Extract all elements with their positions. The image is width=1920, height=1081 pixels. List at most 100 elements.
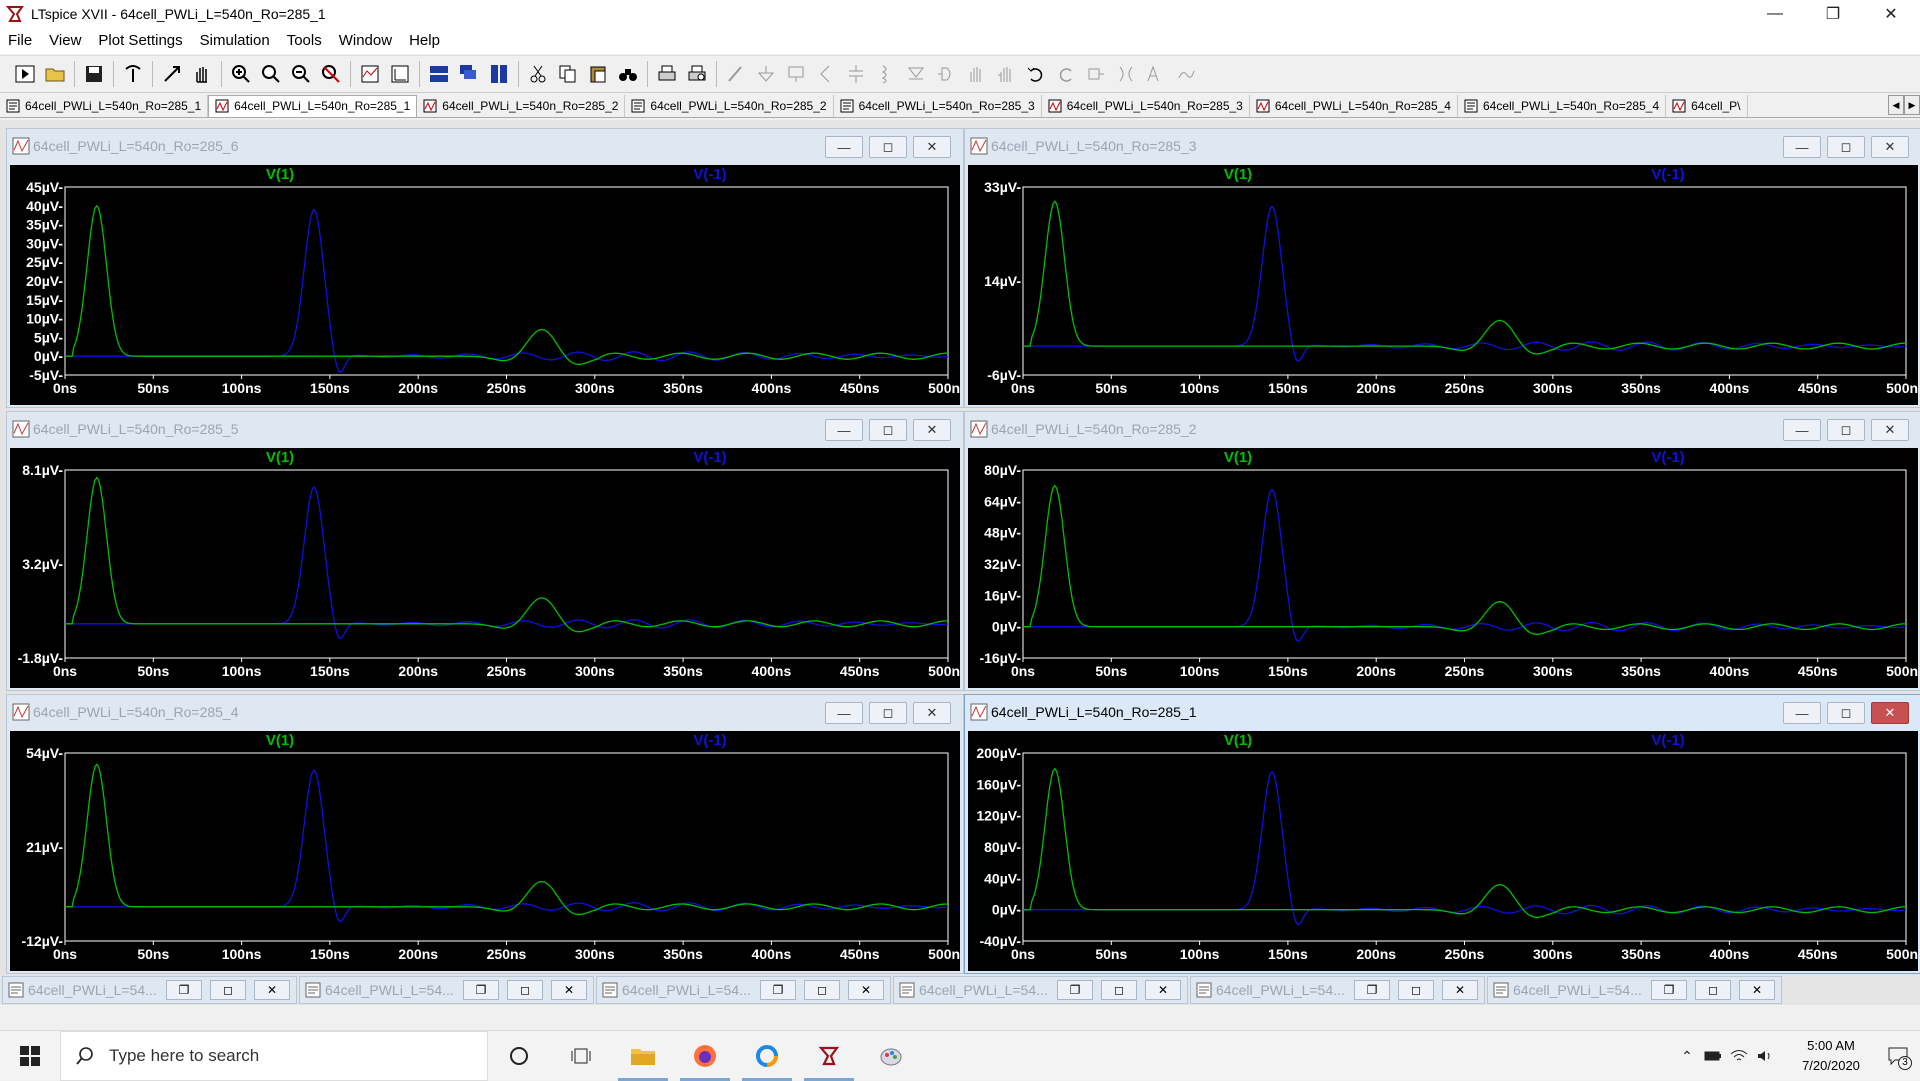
plot-minimize-button[interactable]: — <box>825 136 863 158</box>
wire-icon[interactable] <box>721 59 751 89</box>
autorange-icon[interactable] <box>355 59 385 89</box>
volume-icon[interactable] <box>1752 1031 1778 1081</box>
waveform-plot[interactable]: V(1) V(-1)33µV-14µV--6µV-0ns 50ns 100ns 150n… <box>968 165 1918 405</box>
save-icon[interactable] <box>79 59 109 89</box>
diode-icon[interactable] <box>901 59 931 89</box>
plot-window-titlebar[interactable]: 64cell_PWLi_L=540n_Ro=285_3 <box>965 129 1920 163</box>
close-window-button[interactable]: ✕ <box>551 980 587 1000</box>
plot-close-button[interactable]: ✕ <box>913 702 951 724</box>
close-window-button[interactable]: ✕ <box>1739 980 1775 1000</box>
close-window-button[interactable]: ✕ <box>1145 980 1181 1000</box>
capacitor-icon[interactable] <box>841 59 871 89</box>
menu-plot-settings[interactable]: Plot Settings <box>90 28 191 54</box>
tab-scroll-right-icon[interactable]: ▶ <box>1904 95 1920 115</box>
print-preview-icon[interactable] <box>682 59 712 89</box>
plot-maximize-button[interactable]: ◻ <box>869 136 907 158</box>
plot-close-button[interactable]: ✕ <box>1871 702 1909 724</box>
trace-label-v1[interactable]: V(1) <box>266 166 294 183</box>
plot-minimize-button[interactable]: — <box>1783 419 1821 441</box>
text-icon[interactable] <box>1141 59 1171 89</box>
tile-vertical-icon[interactable] <box>484 59 514 89</box>
maximize-window-button[interactable]: ◻ <box>210 980 246 1000</box>
plot-window[interactable]: 64cell_PWLi_L=540n_Ro=285_5 — ◻ ✕ V(1) V(… <box>6 411 964 691</box>
doc-tab[interactable]: 64cell_PWLi_L=540n_Ro=285_2 <box>625 94 834 117</box>
trace-label-vminus1[interactable]: V(-1) <box>1651 166 1684 183</box>
plot-minimize-button[interactable]: — <box>1783 136 1821 158</box>
waveform-plot[interactable]: V(1) V(-1)54µV-21µV--12µV-0ns 50ns 100ns 150… <box>10 731 960 971</box>
drag-hand-icon[interactable] <box>991 59 1021 89</box>
trace-label-vminus1[interactable]: V(-1) <box>693 449 726 466</box>
cascade-icon[interactable] <box>454 59 484 89</box>
maximize-window-button[interactable]: ◻ <box>1695 980 1731 1000</box>
plot-window-titlebar[interactable]: 64cell_PWLi_L=540n_Ro=285_5 <box>7 412 963 446</box>
doc-tab[interactable]: 64cell_PWLi_L=540n_Ro=285_3 <box>1042 94 1250 117</box>
plot-window-titlebar[interactable]: 64cell_PWLi_L=540n_Ro=285_6 <box>7 129 963 163</box>
copy-icon[interactable] <box>553 59 583 89</box>
file-explorer-icon[interactable] <box>612 1031 674 1081</box>
menu-file[interactable]: File <box>0 28 41 54</box>
plot-window[interactable]: 64cell_PWLi_L=540n_Ro=285_3 — ◻ ✕ V(1) V(… <box>964 128 1920 408</box>
firefox-icon[interactable] <box>674 1031 736 1081</box>
pan-hand-icon[interactable] <box>187 59 217 89</box>
plot-maximize-button[interactable]: ◻ <box>1827 136 1865 158</box>
plot-window[interactable]: 64cell_PWLi_L=540n_Ro=285_1 — ◻ ✕ V(1) V(… <box>964 694 1920 974</box>
action-center-icon[interactable]: 3 <box>1876 1031 1920 1081</box>
zoom-out-icon[interactable] <box>286 59 316 89</box>
plot-maximize-button[interactable]: ◻ <box>1827 702 1865 724</box>
print-icon[interactable] <box>652 59 682 89</box>
paste-icon[interactable] <box>583 59 613 89</box>
waveform-plot[interactable]: V(1) V(-1)8.1µV-3.2µV--1.8µV-0ns 50ns 100ns… <box>10 448 960 688</box>
plot-close-button[interactable]: ✕ <box>1871 419 1909 441</box>
restore-window-button[interactable]: ❐ <box>760 980 796 1000</box>
run-sim-icon[interactable] <box>157 59 187 89</box>
plot-minimize-button[interactable]: — <box>825 419 863 441</box>
close-window-button[interactable]: ✕ <box>848 980 884 1000</box>
minimize-button[interactable]: — <box>1746 0 1804 28</box>
plot-window-titlebar[interactable]: 64cell_PWLi_L=540n_Ro=285_1 <box>965 695 1920 729</box>
maximize-window-button[interactable]: ◻ <box>1101 980 1137 1000</box>
zoom-cancel-icon[interactable] <box>316 59 346 89</box>
tab-scroll-left-icon[interactable]: ◀ <box>1888 95 1904 115</box>
doc-tab[interactable]: 64cell_PWLi_L=540n_Ro=285_2 <box>417 94 626 117</box>
plot-close-button[interactable]: ✕ <box>913 419 951 441</box>
trace-label-vminus1[interactable]: V(-1) <box>1651 449 1684 466</box>
minimized-window[interactable]: 64cell_PWLi_L=54... ❐ ◻ ✕ <box>893 976 1188 1004</box>
ltspice-taskbar-icon[interactable] <box>798 1031 860 1081</box>
plot-close-button[interactable]: ✕ <box>1871 136 1909 158</box>
doc-tab[interactable]: 64cell_PWLi_L=540n_Ro=285_3 <box>834 94 1042 117</box>
close-window-button[interactable]: ✕ <box>254 980 290 1000</box>
restore-window-button[interactable]: ❐ <box>1354 980 1390 1000</box>
taskbar-search-box[interactable]: Type here to search <box>60 1030 488 1081</box>
taskbar-clock[interactable]: 5:00 AM 7/20/2020 <box>1786 1036 1876 1076</box>
plot-maximize-button[interactable]: ◻ <box>1827 419 1865 441</box>
cut-icon[interactable] <box>523 59 553 89</box>
redo-icon[interactable] <box>1051 59 1081 89</box>
restore-window-button[interactable]: ❐ <box>1057 980 1093 1000</box>
restore-window-button[interactable]: ❐ <box>1651 980 1687 1000</box>
waveform-plot[interactable]: V(1) V(-1)80µV-64µV-48µV-32µV-16µV-0µV--1… <box>968 448 1918 688</box>
cortana-icon[interactable] <box>488 1031 550 1081</box>
plot-close-button[interactable]: ✕ <box>913 136 951 158</box>
task-view-icon[interactable] <box>550 1031 612 1081</box>
menu-help[interactable]: Help <box>401 28 449 54</box>
move-hand-icon[interactable] <box>961 59 991 89</box>
plot-window[interactable]: 64cell_PWLi_L=540n_Ro=285_4 — ◻ ✕ V(1) V(… <box>6 694 964 974</box>
plot-minimize-button[interactable]: — <box>1783 702 1821 724</box>
plot-minimize-button[interactable]: — <box>825 702 863 724</box>
plot-window-titlebar[interactable]: 64cell_PWLi_L=540n_Ro=285_2 <box>965 412 1920 446</box>
menu-simulation[interactable]: Simulation <box>192 28 279 54</box>
plot-maximize-button[interactable]: ◻ <box>869 702 907 724</box>
label-net-icon[interactable] <box>781 59 811 89</box>
app-ring-icon[interactable] <box>736 1031 798 1081</box>
doc-tab[interactable]: 64cell_PWLi_L=540n_Ro=285_4 <box>1250 94 1458 117</box>
waveform-plot[interactable]: V(1) V(-1) 200µV- 160µV- 120µV- 80µV- 40µV- 0µV… <box>968 731 1918 971</box>
rotate-icon[interactable] <box>1081 59 1111 89</box>
trace-label-v1[interactable]: V(1) <box>266 732 294 749</box>
plot-window-titlebar[interactable]: 64cell_PWLi_L=540n_Ro=285_4 <box>7 695 963 729</box>
maximize-window-button[interactable]: ◻ <box>804 980 840 1000</box>
menu-window[interactable]: Window <box>331 28 401 54</box>
plot-window[interactable]: 64cell_PWLi_L=540n_Ro=285_2 — ◻ ✕ V(1) V(… <box>964 411 1920 691</box>
doc-tab-active[interactable]: 64cell_PWLi_L=540n_Ro=285_1 <box>208 94 418 117</box>
doc-tab[interactable]: 64cell_P\ <box>1666 94 1748 117</box>
minimized-window[interactable]: 64cell_PWLi_L=54... ❐ ◻ ✕ <box>1190 976 1485 1004</box>
